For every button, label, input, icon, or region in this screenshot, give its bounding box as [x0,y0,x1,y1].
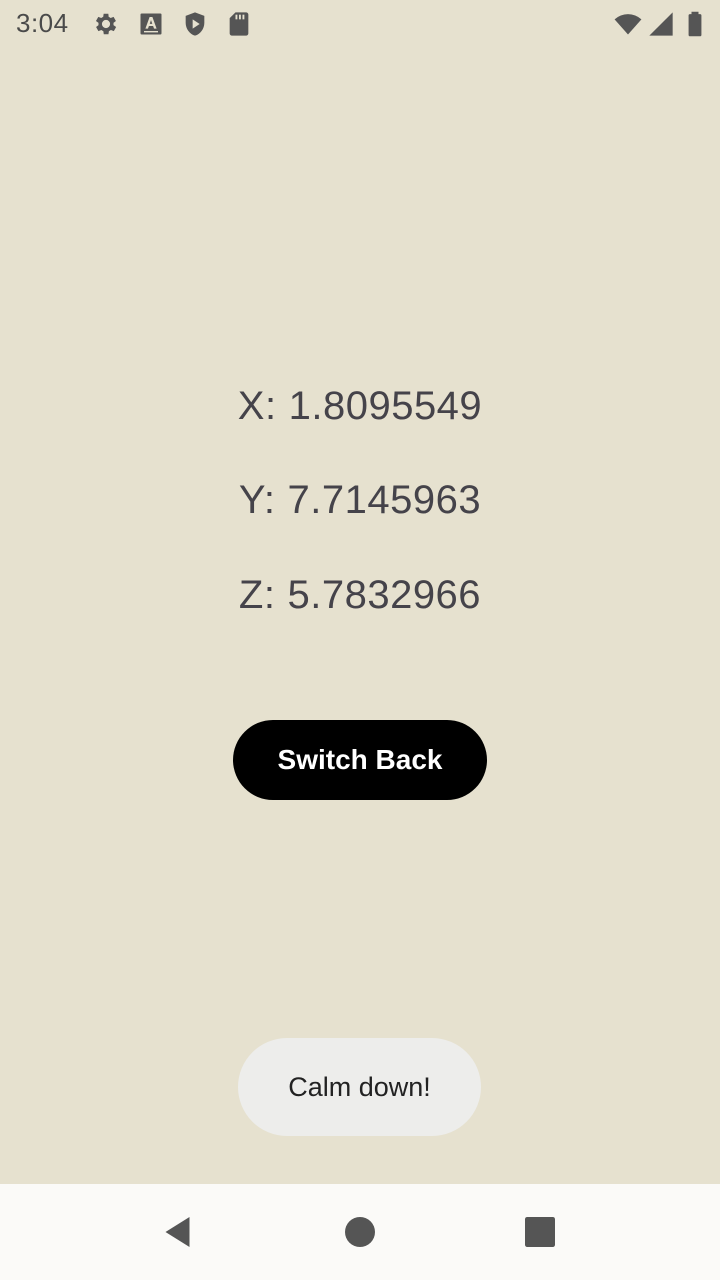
screen: 3:04 X: 1.8095549 Y: 7.7145963 Z: 5.7832966 [0,0,720,1280]
signal-icon [647,10,675,38]
x-value: 1.8095549 [288,384,483,428]
z-value: 5.7832966 [287,573,482,617]
switch-back-button[interactable]: Switch Back [233,720,487,800]
x-readout: X: 1.8095549 [0,384,720,429]
y-axis-label: Y: [238,478,276,522]
sd-card-icon [225,10,253,38]
back-icon[interactable] [145,1198,213,1266]
toast-message: Calm down! [238,1038,481,1136]
home-icon[interactable] [326,1198,394,1266]
battery-icon [681,10,709,38]
shield-play-icon [181,10,209,38]
navigation-bar [0,1184,720,1280]
recents-icon[interactable] [506,1198,574,1266]
y-value: 7.7145963 [287,478,482,522]
y-readout: Y: 7.7145963 [0,478,720,523]
status-time: 3:04 [16,8,69,38]
wifi-icon [614,10,642,38]
z-readout: Z: 5.7832966 [0,573,720,618]
gear-icon [92,10,120,38]
x-axis-label: X: [237,384,277,428]
status-bar: 3:04 [0,0,720,48]
z-axis-label: Z: [238,573,276,617]
font-a-icon [137,10,165,38]
